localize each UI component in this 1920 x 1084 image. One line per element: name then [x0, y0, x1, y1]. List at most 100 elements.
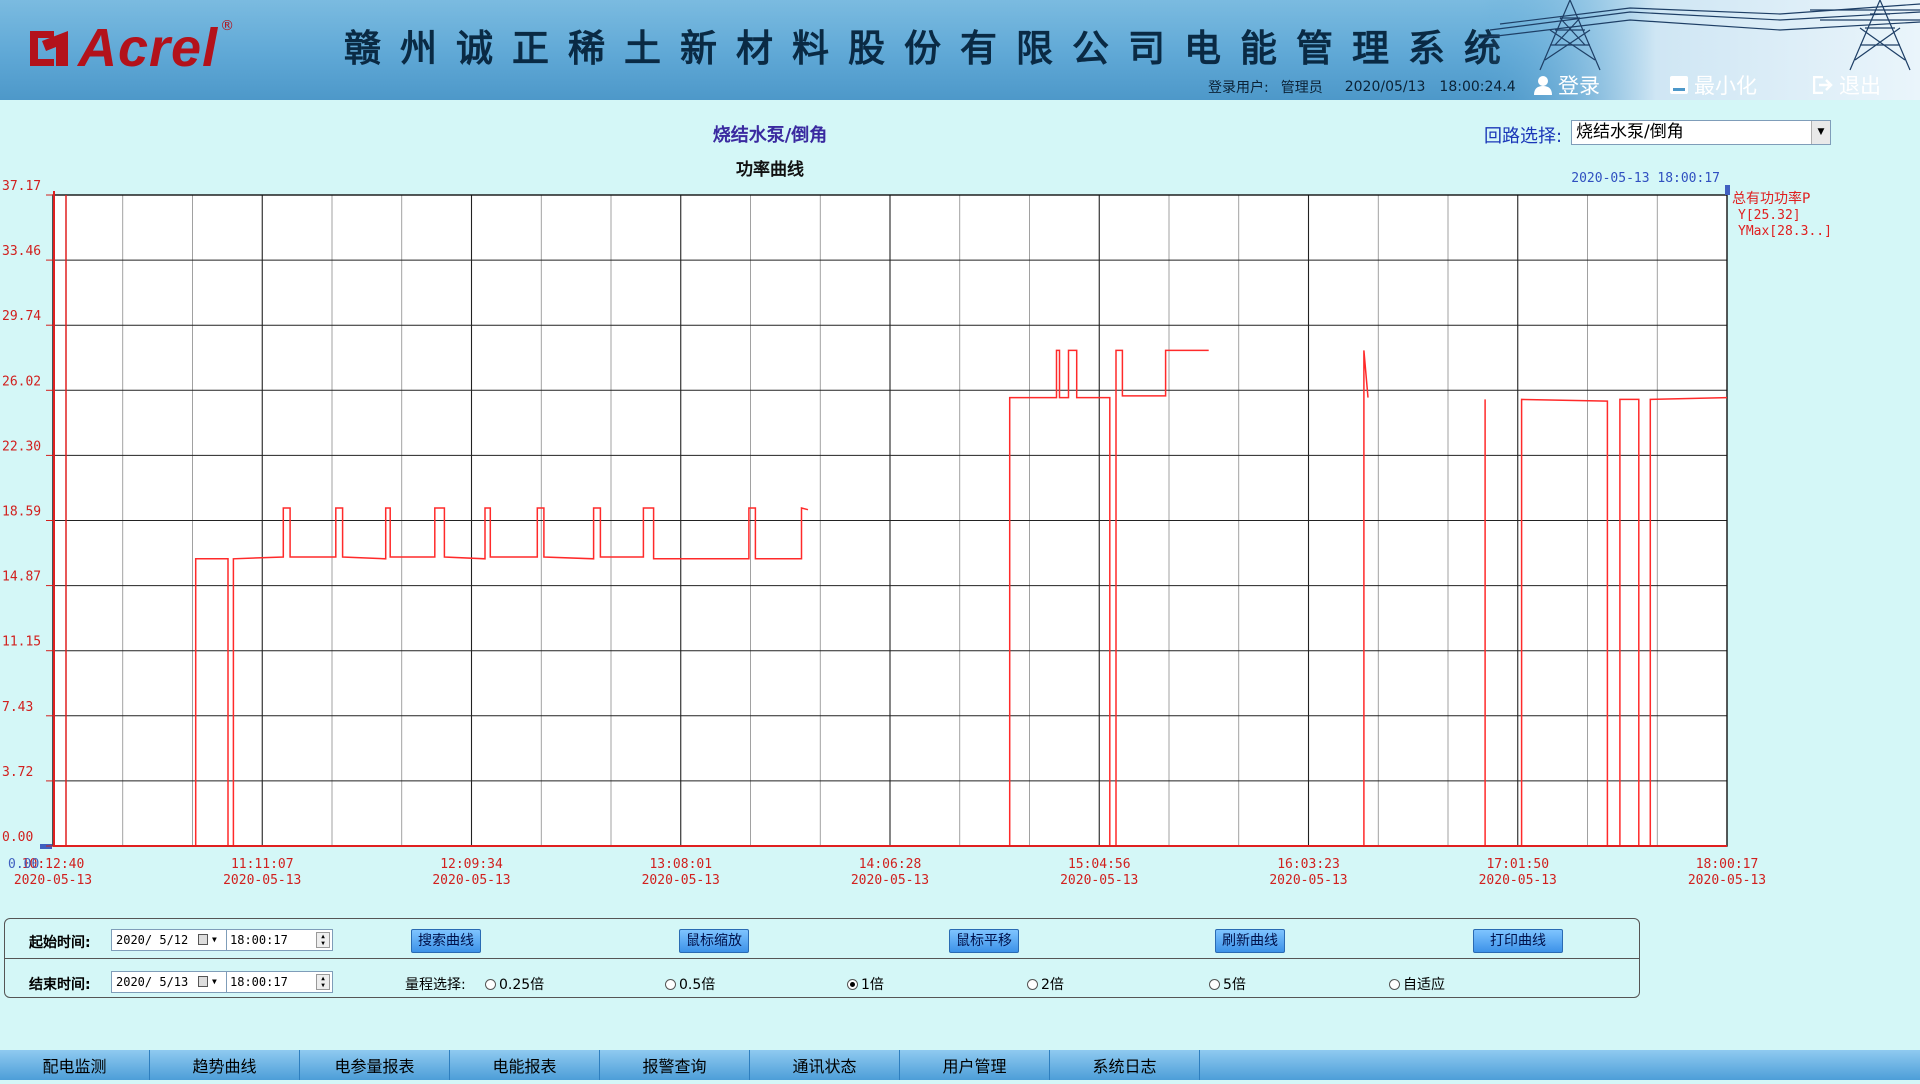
radio-icon[interactable]	[665, 978, 676, 990]
mouse-zoom-button[interactable]: 鼠标缩放	[679, 929, 749, 953]
circuit-select-label: 回路选择:	[1484, 126, 1563, 147]
range-option-2x[interactable]: 2倍	[1027, 974, 1064, 994]
current-date: 2020/05/13	[1344, 79, 1426, 95]
time-spinner-icon[interactable]: ▲ ▼	[316, 932, 330, 948]
exit-button-label: 退出	[1839, 74, 1881, 98]
user-icon	[1534, 76, 1552, 95]
dropdown-arrow-icon[interactable]: ▼	[1811, 121, 1830, 144]
start-time-label: 起始时间:	[29, 935, 91, 951]
logo-registered-mark: ®	[220, 18, 235, 34]
range-select-label: 量程选择:	[405, 977, 466, 993]
chevron-down-icon[interactable]: ▼	[212, 930, 217, 950]
radio-icon[interactable]	[1389, 978, 1400, 990]
range-option-label: 0.5倍	[679, 977, 716, 993]
range-option-1x[interactable]: 1倍	[847, 974, 884, 994]
radio-icon[interactable]	[1209, 978, 1220, 990]
search-curve-button[interactable]: 搜索曲线	[411, 929, 481, 953]
nav-item-parameter-report[interactable]: 电参量报表	[300, 1050, 450, 1080]
x-tick-date: 2020-05-13	[1060, 873, 1138, 885]
logo-text: Acrel	[78, 18, 219, 78]
x-tick-date: 2020-05-13	[851, 873, 929, 885]
current-time: 18:00:24.4	[1439, 79, 1516, 95]
header-bar: Acrel ® 赣州诚正稀土新材料股份有限公司电能管理系统 登录用户: 管理员 …	[0, 0, 1920, 100]
y-tick-label: 18.59	[2, 505, 41, 520]
x-tick-time: 15:04:56	[1068, 857, 1131, 872]
start-date-value: 2020/ 5/12	[116, 933, 189, 947]
range-option-auto[interactable]: 自适应	[1389, 974, 1445, 994]
circuit-title: 烧结水泵/倒角	[712, 125, 828, 146]
login-user-label: 登录用户:	[1208, 80, 1269, 96]
y-tick-label: 29.74	[2, 309, 41, 324]
curve-control-panel: 起始时间: 2020/ 5/12 ▼ 18:00:17 ▲ ▼ 结束时间: 202…	[4, 918, 1640, 998]
power-curve-chart[interactable]: 37.17 33.46 29.74 26.02 22.30 18.59 14.87 11.15…	[0, 170, 1920, 885]
mouse-pan-button[interactable]: 鼠标平移	[949, 929, 1019, 953]
y-tick-label: 7.43	[2, 700, 33, 715]
legend-y-value: Y[25.32]	[1738, 208, 1801, 223]
time-spinner-icon[interactable]: ▲ ▼	[316, 974, 330, 990]
start-datetime-picker[interactable]: 2020/ 5/12 ▼ 18:00:17 ▲ ▼	[111, 929, 333, 951]
x-tick-date: 2020-05-13	[432, 873, 510, 885]
x-tick-date: 2020-05-13	[1479, 873, 1557, 885]
x-tick-date: 2020-05-13	[642, 873, 720, 885]
y-tick-label: 14.87	[2, 570, 41, 585]
range-option-0-25x[interactable]: 0.25倍	[485, 974, 544, 994]
calendar-icon[interactable]	[198, 934, 208, 945]
nav-item-user-management[interactable]: 用户管理	[900, 1050, 1050, 1080]
x-tick-date: 2020-05-13	[14, 873, 92, 885]
login-button-label: 登录	[1558, 74, 1600, 98]
x-tick-time: 11:11:07	[231, 857, 294, 872]
x-tick-time: 13:08:01	[649, 857, 712, 872]
y-tick-label: 33.46	[2, 244, 41, 259]
range-option-5x[interactable]: 5倍	[1209, 974, 1246, 994]
x-tick-time: 18:00:17	[1696, 857, 1759, 872]
y-tick-label: 11.15	[2, 635, 41, 650]
calendar-icon[interactable]	[198, 976, 208, 987]
login-button[interactable]: 登录	[1534, 72, 1600, 98]
corner-label: 0.00	[8, 857, 39, 872]
range-option-label: 1倍	[861, 977, 884, 993]
end-time-value: 18:00:17	[230, 975, 288, 989]
system-title: 赣州诚正稀土新材料股份有限公司电能管理系统	[344, 26, 1520, 70]
nav-item-system-log[interactable]: 系统日志	[1050, 1050, 1200, 1080]
legend-y-max: YMax[28.3..]	[1738, 224, 1832, 239]
circuit-select-value: 烧结水泵/倒角	[1576, 122, 1684, 142]
user-name: 管理员	[1280, 80, 1323, 96]
y-tick-label: 26.02	[2, 374, 41, 389]
range-option-label: 2倍	[1041, 977, 1064, 993]
minimize-button[interactable]: 最小化	[1670, 72, 1757, 98]
range-option-0-5x[interactable]: 0.5倍	[665, 974, 715, 994]
minimize-button-label: 最小化	[1694, 74, 1757, 98]
chevron-down-icon[interactable]: ▼	[212, 972, 217, 992]
exit-button[interactable]: 退出	[1813, 72, 1881, 98]
bottom-nav: 配电监测 趋势曲线 电参量报表 电能报表 报警查询 通讯状态 用户管理 系统日志	[0, 1050, 1920, 1080]
x-tick-date: 2020-05-13	[1688, 873, 1766, 885]
y-tick-label: 37.17	[2, 179, 41, 194]
nav-item-trend-curves[interactable]: 趋势曲线	[150, 1050, 300, 1080]
y-tick-label: 0.00	[2, 830, 33, 845]
nav-item-energy-report[interactable]: 电能报表	[450, 1050, 600, 1080]
acrel-logo: Acrel ®	[26, 18, 235, 78]
refresh-curve-button[interactable]: 刷新曲线	[1215, 929, 1285, 953]
x-tick-date: 2020-05-13	[1269, 873, 1347, 885]
picker-separator	[226, 930, 227, 950]
end-datetime-picker[interactable]: 2020/ 5/13 ▼ 18:00:17 ▲ ▼	[111, 971, 333, 993]
user-info-bar: 登录用户: 管理员 2020/05/13 18:00:24.4	[1208, 77, 1516, 97]
range-option-label: 5倍	[1223, 977, 1246, 993]
radio-icon[interactable]	[1027, 978, 1038, 990]
start-time-value: 18:00:17	[230, 933, 288, 947]
end-date-value: 2020/ 5/13	[116, 975, 189, 989]
panel-divider	[5, 958, 1639, 959]
nav-item-power-monitoring[interactable]: 配电监测	[0, 1050, 150, 1080]
radio-selected-icon[interactable]	[847, 978, 858, 990]
nav-item-alarm-query[interactable]: 报警查询	[600, 1050, 750, 1080]
chart-top-timestamp: 2020-05-13 18:00:17	[1571, 171, 1720, 186]
legend-series-name: 总有功功率P	[1732, 190, 1810, 207]
y-tick-label: 22.30	[2, 439, 41, 454]
radio-icon[interactable]	[485, 978, 496, 990]
nav-item-comm-status[interactable]: 通讯状态	[750, 1050, 900, 1080]
picker-separator	[226, 972, 227, 992]
x-tick-time: 17:01:50	[1486, 857, 1549, 872]
circuit-select[interactable]: 烧结水泵/倒角 ▼	[1571, 120, 1831, 145]
print-curve-button[interactable]: 打印曲线	[1473, 929, 1563, 953]
